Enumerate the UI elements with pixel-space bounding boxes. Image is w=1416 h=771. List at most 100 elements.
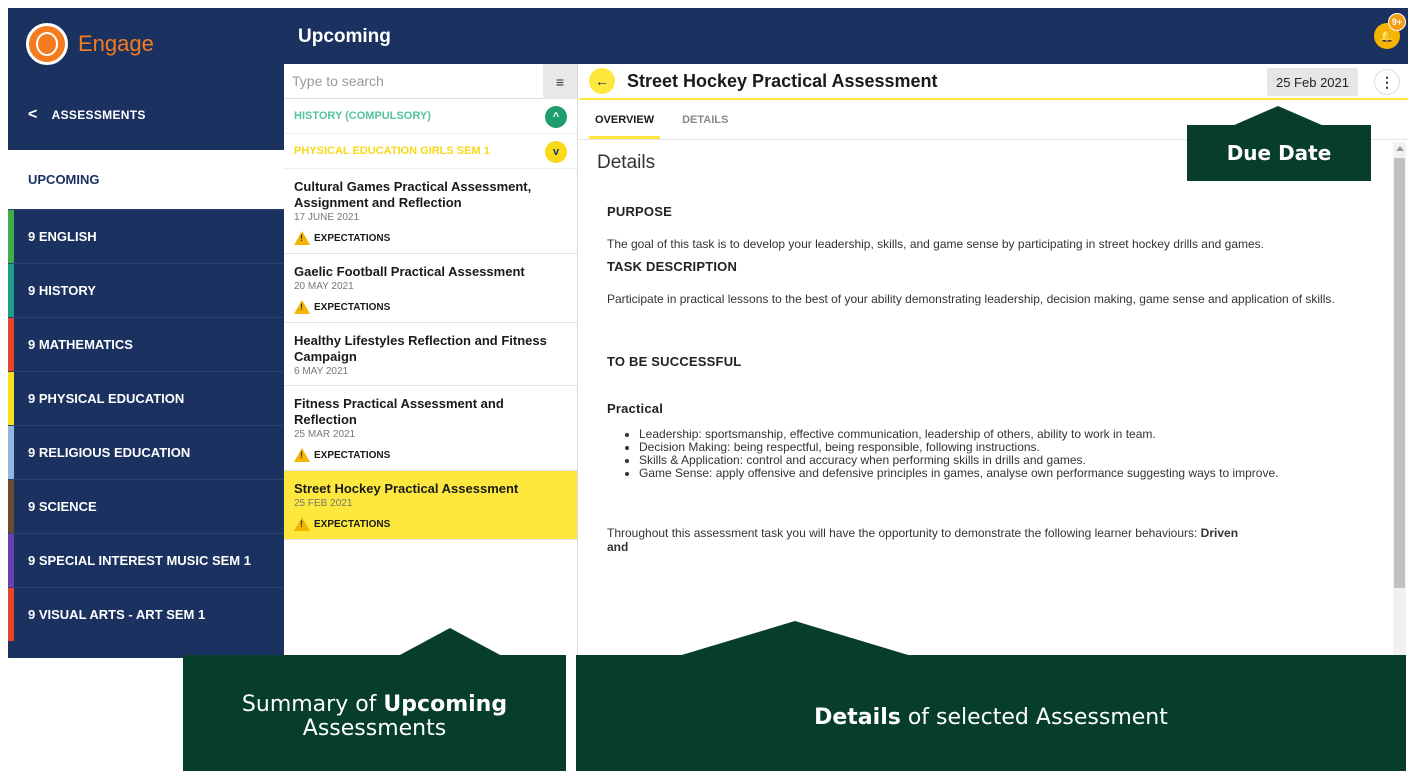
chevron-left-icon: < xyxy=(28,106,38,123)
engage-logo-icon xyxy=(26,23,68,65)
subject-color-stripe xyxy=(8,318,14,371)
assessment-list-item[interactable]: Street Hockey Practical Assessment 25 FEB… xyxy=(284,471,577,540)
detail-content: Details PURPOSE The goal of this task is… xyxy=(579,142,1390,658)
expectations-tag[interactable]: EXPECTATIONS xyxy=(294,231,567,245)
assessment-item-date: 25 FEB 2021 xyxy=(294,498,353,509)
sidebar-item[interactable]: 9 HISTORY xyxy=(8,263,284,317)
details-callout-suffix: of selected Assessment xyxy=(900,705,1168,730)
more-vertical-icon: ⋮ xyxy=(1380,73,1394,90)
back-button[interactable]: ← xyxy=(589,68,615,94)
sidebar-item[interactable]: UPCOMING xyxy=(8,150,284,209)
bell-icon: 🔔 xyxy=(1379,29,1395,43)
expectations-label: EXPECTATIONS xyxy=(314,301,391,313)
group-list: HISTORY (COMPULSORY) ^ PHYSICAL EDUCATION … xyxy=(284,99,577,169)
detail-scrollbar[interactable] xyxy=(1393,142,1406,658)
assessment-item-title: Healthy Lifestyles Reflection and Fitnes… xyxy=(294,333,547,364)
back-to-assessments-button[interactable]: < ASSESSMENTS xyxy=(8,80,284,150)
assessment-item-date: 6 MAY 2021 xyxy=(294,366,349,377)
notifications-button[interactable]: 🔔 9+ xyxy=(1374,13,1406,49)
chevron-down-icon[interactable]: v xyxy=(545,141,567,163)
details-callout-pointer xyxy=(675,621,915,657)
subject-color-stripe xyxy=(8,372,14,425)
purpose-text: The goal of this task is to develop your… xyxy=(607,237,1265,251)
assessment-item-date: 17 JUNE 2021 xyxy=(294,212,360,223)
expectations-tag[interactable]: EXPECTATIONS xyxy=(294,300,567,314)
app-name: Engage xyxy=(78,31,154,56)
sidebar-item[interactable]: 9 PHYSICAL EDUCATION xyxy=(8,371,284,425)
filter-button[interactable]: ≡ xyxy=(543,64,577,99)
assessment-list-item[interactable]: Healthy Lifestyles Reflection and Fitnes… xyxy=(284,323,577,386)
warning-icon xyxy=(294,300,310,314)
scroll-thumb[interactable] xyxy=(1394,158,1405,588)
sidebar-item-label: 9 PHYSICAL EDUCATION xyxy=(28,391,185,406)
closing-text: Throughout this assessment task you will… xyxy=(607,526,1257,554)
subject-color-stripe xyxy=(8,534,14,587)
summary-callout: Summary of Upcoming Assessments xyxy=(183,655,566,771)
sidebar-item-label: 9 HISTORY xyxy=(28,283,96,298)
sidebar-item-label: UPCOMING xyxy=(28,172,100,187)
sidebar-item[interactable]: 9 RELIGIOUS EDUCATION xyxy=(8,425,284,479)
tab-details[interactable]: DETAILS xyxy=(676,114,734,139)
arrow-left-icon: ← xyxy=(595,73,609,89)
assessment-item-title: Fitness Practical Assessment and Reflect… xyxy=(294,396,504,427)
warning-icon xyxy=(294,231,310,245)
sidebar-item[interactable]: 9 MATHEMATICS xyxy=(8,317,284,371)
criteria-list: Leadership: sportsmanship, effective com… xyxy=(639,428,1372,480)
sidebar-item-label: 9 SCIENCE xyxy=(28,499,97,514)
summary-callout-bold: Upcoming xyxy=(383,692,508,717)
due-date-callout: Due Date xyxy=(1187,125,1371,181)
sidebar-item-label: 9 SPECIAL INTEREST MUSIC SEM 1 xyxy=(28,553,251,568)
group-label: HISTORY (COMPULSORY) xyxy=(294,110,431,122)
assessment-item-title: Gaelic Football Practical Assessment xyxy=(294,264,525,279)
subject-color-stripe xyxy=(8,588,14,641)
group-header[interactable]: HISTORY (COMPULSORY) ^ xyxy=(284,99,577,134)
back-label: ASSESSMENTS xyxy=(51,108,146,122)
page-title: Upcoming xyxy=(298,26,391,47)
search-input[interactable] xyxy=(292,73,532,89)
search-bar: ≡ xyxy=(284,64,577,99)
summary-callout-prefix: Summary of xyxy=(241,692,384,717)
warning-icon xyxy=(294,448,310,462)
expectations-label: EXPECTATIONS xyxy=(314,449,391,461)
detail-header: ← Street Hockey Practical Assessment 25 … xyxy=(579,64,1408,100)
more-options-button[interactable]: ⋮ xyxy=(1374,69,1400,95)
sidebar-item[interactable]: 9 VISUAL ARTS - ART SEM 1 xyxy=(8,587,284,641)
assessment-item-date: 25 MAR 2021 xyxy=(294,429,356,440)
warning-icon xyxy=(294,517,310,531)
tab-overview[interactable]: OVERVIEW xyxy=(589,114,661,139)
assessment-list-item[interactable]: Gaelic Football Practical Assessment 20 M… xyxy=(284,254,577,323)
sidebar-nav: UPCOMING 9 ENGLISH 9 HISTORY 9 MATHEMATICS 9… xyxy=(8,150,284,641)
top-header: Upcoming 🔔 9+ xyxy=(284,8,1408,64)
scroll-up-arrow-icon[interactable] xyxy=(1396,146,1404,151)
summary-callout-pointer xyxy=(398,628,502,656)
assessment-item-title: Cultural Games Practical Assessment, Ass… xyxy=(294,179,532,210)
task-text: Participate in practical lessons to the … xyxy=(607,292,1335,306)
app-window: Engage < ASSESSMENTS UPCOMING 9 ENGLISH 9 … xyxy=(8,8,1408,658)
sidebar-item-label: 9 ENGLISH xyxy=(28,229,97,244)
subject-color-stripe xyxy=(8,210,14,263)
expectations-tag[interactable]: EXPECTATIONS xyxy=(294,517,567,531)
assessment-title: Street Hockey Practical Assessment xyxy=(627,70,938,91)
criteria-item: Game Sense: apply offensive and defensiv… xyxy=(639,467,1372,480)
notification-badge: 9+ xyxy=(1388,13,1406,31)
assessment-item-title: Street Hockey Practical Assessment xyxy=(294,481,519,496)
success-heading: TO BE SUCCESSFUL xyxy=(607,354,742,369)
purpose-heading: PURPOSE xyxy=(607,204,672,219)
group-label: PHYSICAL EDUCATION GIRLS SEM 1 xyxy=(294,145,490,157)
details-callout-bold: Details xyxy=(814,705,901,730)
sidebar-item-label: 9 RELIGIOUS EDUCATION xyxy=(28,445,191,460)
sidebar-item-label: 9 VISUAL ARTS - ART SEM 1 xyxy=(28,607,206,622)
task-heading: TASK DESCRIPTION xyxy=(607,259,738,274)
assessment-list: Cultural Games Practical Assessment, Ass… xyxy=(284,169,577,540)
group-header[interactable]: PHYSICAL EDUCATION GIRLS SEM 1 v xyxy=(284,134,577,169)
app-logo[interactable]: Engage xyxy=(8,8,284,80)
sidebar-item[interactable]: 9 SCIENCE xyxy=(8,479,284,533)
assessment-list-item[interactable]: Fitness Practical Assessment and Reflect… xyxy=(284,386,577,471)
expectations-tag[interactable]: EXPECTATIONS xyxy=(294,448,567,462)
subject-color-stripe xyxy=(8,426,14,479)
chevron-up-icon[interactable]: ^ xyxy=(545,106,567,128)
sidebar-item[interactable]: 9 ENGLISH xyxy=(8,209,284,263)
sidebar-item-label: 9 MATHEMATICS xyxy=(28,337,133,352)
sidebar-item[interactable]: 9 SPECIAL INTEREST MUSIC SEM 1 xyxy=(8,533,284,587)
assessment-list-item[interactable]: Cultural Games Practical Assessment, Ass… xyxy=(284,169,577,254)
